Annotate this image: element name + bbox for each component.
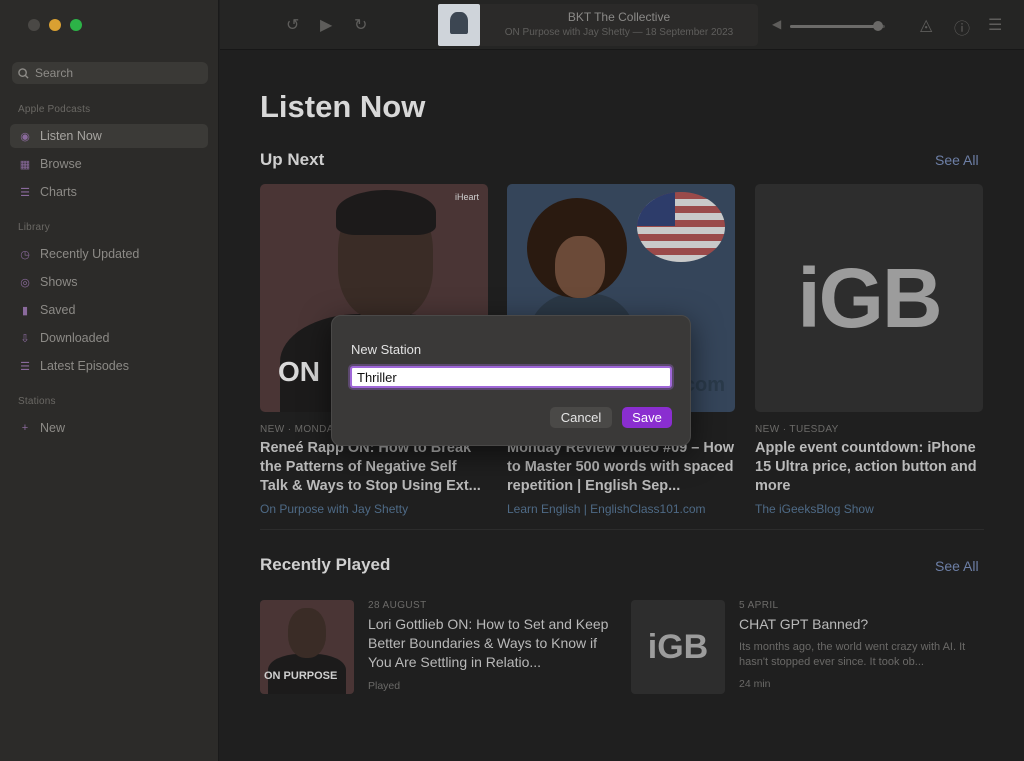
episode-status: Played [368, 680, 401, 692]
rewind-15-icon[interactable]: ↺ [286, 15, 299, 35]
sidebar-item-label: Shows [40, 275, 78, 289]
page-title: Listen Now [260, 89, 426, 124]
igb-logo: iGB [647, 627, 709, 666]
airplay-icon[interactable]: ◬ [920, 15, 932, 35]
sidebar-item-label: Latest Episodes [40, 359, 129, 373]
sidebar-item-recently-updated[interactable]: ◷ Recently Updated [10, 242, 208, 266]
section-heading-stations: Stations [18, 396, 56, 407]
podcasts-window: Apple Podcasts ◉ Listen Now ▦ Browse ☰ C… [0, 0, 1024, 761]
sidebar-item-browse[interactable]: ▦ Browse [10, 152, 208, 176]
sidebar-item-listen-now[interactable]: ◉ Listen Now [10, 124, 208, 148]
recently-played-see-all-link[interactable]: See All [935, 558, 979, 574]
episode-artwork[interactable]: ON PURPOSE [260, 600, 354, 694]
plus-icon: + [21, 422, 29, 434]
sidebar-item-label: Downloaded [40, 331, 110, 345]
grid-icon: ▦ [19, 158, 31, 171]
sidebar-item-new-station[interactable]: + New [10, 416, 208, 440]
show-link[interactable]: Learn English | EnglishClass101.com [507, 502, 735, 516]
episode-artwork[interactable]: iGB [631, 600, 725, 694]
section-divider [260, 529, 984, 530]
download-icon: ⇩ [20, 332, 30, 345]
episode-duration: 24 min [739, 678, 771, 690]
search-input[interactable] [35, 66, 195, 80]
podcast-icon: ◎ [20, 276, 30, 289]
bookmark-icon: ▮ [21, 304, 29, 317]
sidebar-item-label: Listen Now [40, 129, 102, 143]
episode-description: Its months ago, the world went crazy wit… [739, 641, 966, 668]
minimize-window-button[interactable] [49, 19, 61, 31]
sidebar-item-latest-episodes[interactable]: ☰ Latest Episodes [10, 354, 208, 378]
save-button[interactable]: Save [622, 407, 672, 428]
volume-icon: ◀ [772, 17, 782, 31]
artwork-text: ON PURPOSE [264, 670, 338, 682]
section-heading-apple-podcasts: Apple Podcasts [18, 104, 91, 115]
us-flag-bubble [637, 192, 725, 262]
sidebar-item-saved[interactable]: ▮ Saved [10, 298, 208, 322]
up-next-see-all-link[interactable]: See All [935, 152, 979, 168]
play-icon[interactable]: ▶ [320, 15, 332, 35]
sidebar-item-label: Recently Updated [40, 247, 140, 261]
volume-knob[interactable] [873, 21, 883, 31]
episode-title[interactable]: Apple event countdown: iPhone 15 Ultra p… [755, 439, 983, 496]
episode-artwork[interactable]: iGB [755, 184, 983, 412]
episode-title[interactable]: CHAT GPT Banned? [739, 615, 984, 634]
now-playing-artwork [438, 4, 480, 46]
new-station-dialog: New Station Cancel Save [331, 315, 691, 446]
play-circle-icon: ◉ [20, 130, 30, 143]
igb-logo: iGB [797, 250, 942, 345]
sidebar-item-label: New [40, 421, 66, 435]
now-playing-title: BKT The Collective [567, 10, 671, 24]
up-next-heading: Up Next [260, 150, 325, 169]
episode-date: 5 APRIL [739, 600, 779, 611]
show-link[interactable]: On Purpose with Jay Shetty [260, 502, 488, 516]
sidebar-search[interactable] [12, 62, 208, 84]
artwork-text: ON [278, 356, 320, 387]
episode-date: NEW · TUESDAY [755, 424, 839, 435]
list-icon: ☰ [20, 360, 30, 373]
episode-title[interactable]: Monday Review Video #09 – How to Master … [507, 439, 735, 496]
show-link[interactable]: The iGeeksBlog Show [755, 502, 983, 516]
sidebar-item-label: Saved [40, 303, 76, 317]
sidebar-item-downloaded[interactable]: ⇩ Downloaded [10, 326, 208, 350]
episode-date: 28 AUGUST [368, 600, 427, 611]
volume-slider[interactable] [790, 25, 885, 28]
sidebar: Apple Podcasts ◉ Listen Now ▦ Browse ☰ C… [0, 0, 219, 761]
now-playing[interactable]: BKT The Collective ON Purpose with Jay S… [438, 4, 758, 46]
window-controls [28, 19, 82, 31]
queue-list-icon[interactable]: ☰ [988, 15, 1002, 35]
dialog-title: New Station [351, 342, 422, 357]
close-window-button[interactable] [28, 19, 40, 31]
sidebar-item-shows[interactable]: ◎ Shows [10, 270, 208, 294]
search-icon [18, 67, 29, 79]
recent-episode-row[interactable]: ON PURPOSE 28 AUGUST Lori Gottlieb ON: H… [260, 600, 620, 694]
forward-30-icon[interactable]: ↻ [354, 15, 367, 35]
episode-title[interactable]: Lori Gottlieb ON: How to Set and Keep Be… [368, 615, 613, 672]
now-playing-subtitle: ON Purpose with Jay Shetty — 18 Septembe… [504, 27, 734, 38]
clock-icon: ◷ [20, 248, 30, 261]
sidebar-item-label: Browse [40, 157, 82, 171]
iheart-icon: iHeart [454, 192, 479, 202]
maximize-window-button[interactable] [70, 19, 82, 31]
info-icon[interactable]: ⓘ [954, 15, 970, 39]
episode-card[interactable]: iGB NEW · TUESDAY Apple event countdown:… [755, 184, 983, 516]
toolbar: ↺ ▶ ↻ BKT The Collective ON Purpose with… [220, 0, 1024, 50]
episode-title[interactable]: Reneé Rapp ON: How to Break the Patterns… [260, 439, 488, 496]
cancel-button[interactable]: Cancel [550, 407, 612, 428]
section-heading-library: Library [18, 222, 50, 233]
sidebar-item-label: Charts [40, 185, 77, 199]
recently-played-heading: Recently Played [260, 555, 391, 574]
recent-episode-row[interactable]: iGB 5 APRIL CHAT GPT Banned? Its months … [631, 600, 991, 694]
sidebar-item-charts[interactable]: ☰ Charts [10, 180, 208, 204]
station-name-input[interactable] [350, 366, 672, 388]
list-icon: ☰ [20, 186, 30, 199]
